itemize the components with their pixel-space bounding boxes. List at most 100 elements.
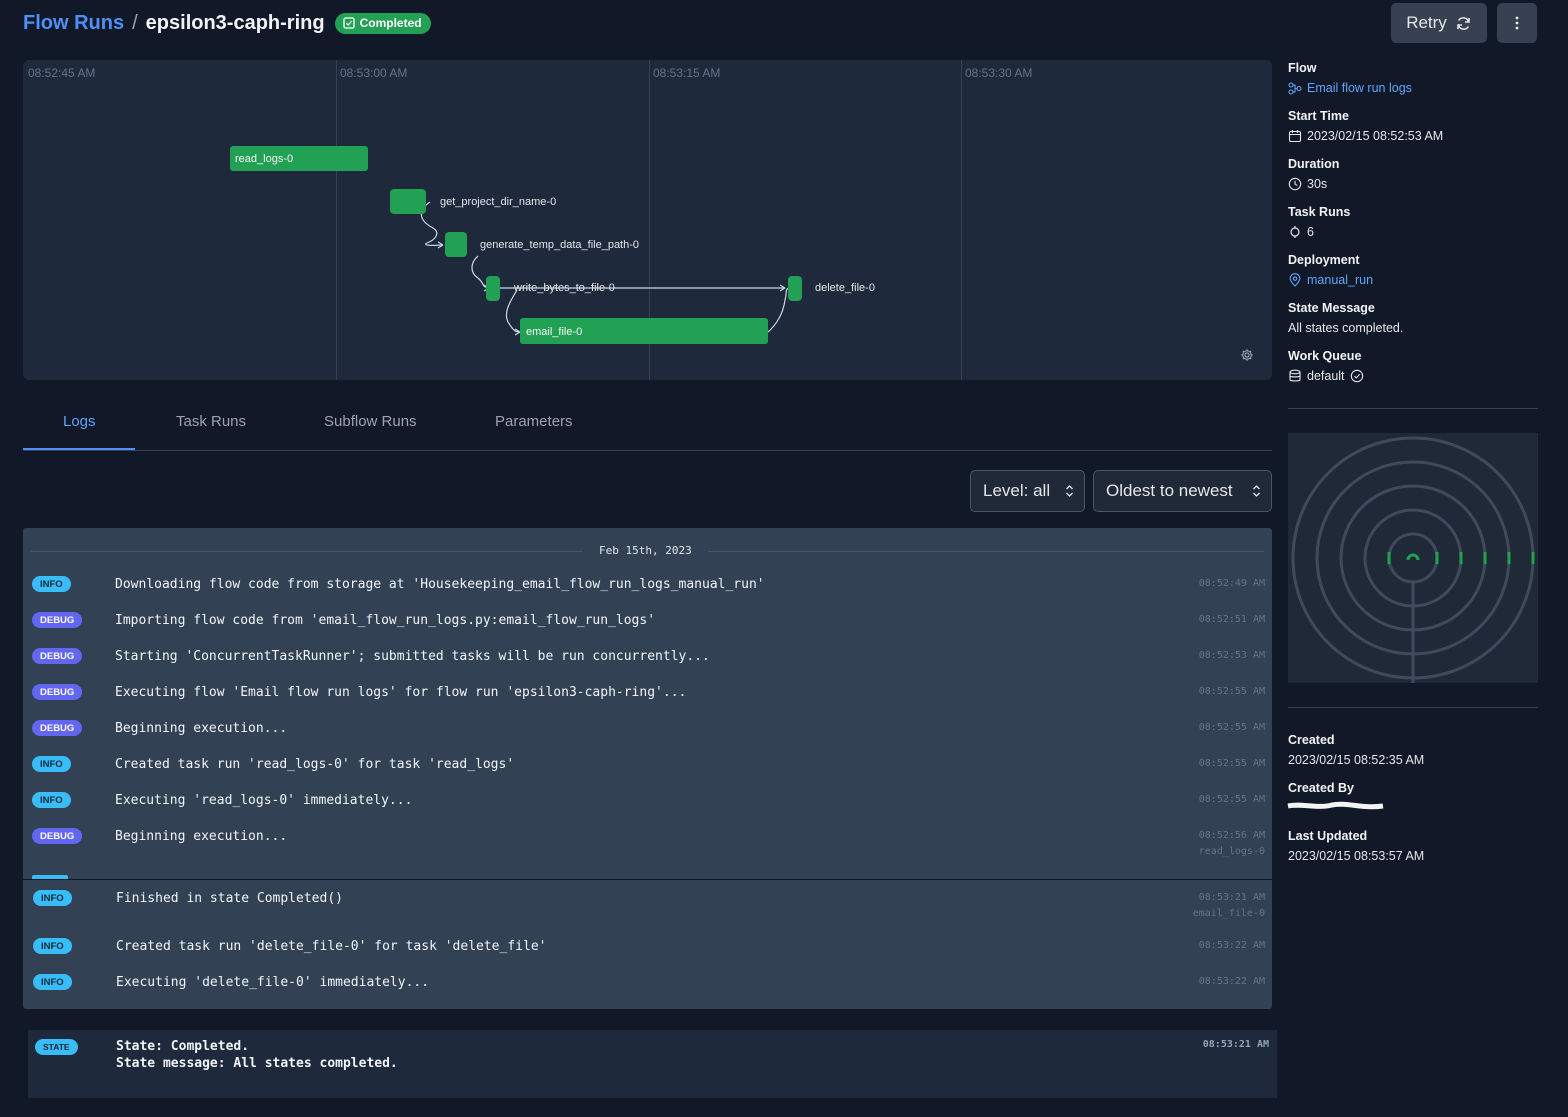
- breadcrumb: Flow Runs / epsilon3-caph-ring Completed: [23, 10, 431, 36]
- start-time-label: Start Time: [1288, 109, 1349, 123]
- log-order-select-value: Oldest to newest: [1106, 481, 1233, 500]
- log-level-badge: DEBUG: [32, 720, 83, 736]
- task-node-label: get_project_dir_name-0: [440, 196, 557, 208]
- tab-subflow-runs[interactable]: Subflow Runs: [324, 413, 417, 430]
- log-level-badge: DEBUG: [32, 648, 83, 664]
- log-message: Executing 'delete_file-0' immediately...: [116, 975, 430, 990]
- last-updated-label: Last Updated: [1288, 829, 1368, 843]
- status-badge-label: Completed: [359, 16, 422, 30]
- log-message: Beginning execution...: [115, 721, 288, 736]
- check-circle-icon: [1350, 369, 1363, 383]
- clock-icon: [1288, 177, 1302, 191]
- log-level-select[interactable]: Level: all: [970, 470, 1085, 512]
- state-log-panel: STATE State: Completed. State message: A…: [28, 1030, 1277, 1098]
- log-task-name[interactable]: read_logs-0: [1199, 844, 1265, 860]
- log-timestamp: 08:53:22 AM: [1198, 976, 1265, 987]
- task-runs-count: 6: [1307, 225, 1314, 239]
- tab-task-runs[interactable]: Task Runs: [176, 413, 246, 430]
- map-pin-icon: [1289, 273, 1301, 287]
- sidebar-divider: [1288, 408, 1538, 409]
- tab-parameters[interactable]: Parameters: [495, 413, 573, 430]
- sidebar-divider: [1288, 707, 1538, 708]
- log-timestamp: 08:53:21 AM: [1198, 892, 1265, 903]
- log-level-badge: INFO: [32, 576, 71, 592]
- refresh-icon: [1457, 16, 1470, 30]
- deployment-link-label: manual_run: [1307, 273, 1374, 287]
- chevron-updown-icon: [1253, 485, 1260, 497]
- log-message: Starting 'ConcurrentTaskRunner'; submitt…: [115, 649, 710, 664]
- log-level-badge: INFO: [33, 890, 72, 906]
- radar-view[interactable]: [1288, 433, 1538, 683]
- more-options-button[interactable]: [1497, 3, 1537, 43]
- duration-label: Duration: [1288, 157, 1340, 171]
- created-by-label: Created By: [1288, 781, 1354, 795]
- task-node-label: write_bytes_to_file-0: [514, 282, 615, 294]
- log-task-name[interactable]: email_file-0: [1193, 906, 1265, 922]
- deployment-link[interactable]: manual_run: [1288, 273, 1373, 287]
- log-timestamp: 08:53:22 AM: [1198, 940, 1265, 951]
- flow-link[interactable]: Email flow run logs: [1288, 81, 1412, 95]
- log-timestamp: 08:52:55 AM: [1198, 722, 1265, 733]
- log-timestamp: 08:52:53 AM: [1198, 650, 1265, 661]
- task-node-delete-file[interactable]: [788, 276, 802, 301]
- log-message: Downloading flow code from storage at 'H…: [115, 577, 765, 592]
- work-queue-name: default: [1307, 369, 1345, 383]
- check-square-icon: [342, 17, 355, 29]
- active-tab-indicator: [23, 448, 135, 450]
- log-message: Finished in state Completed(): [116, 891, 343, 906]
- task-run-icon: [1290, 226, 1300, 238]
- logs-panel[interactable]: Feb 15th, 2023 INFO Downloading flow cod…: [23, 528, 1272, 1009]
- created-value: 2023/02/15 08:52:35 AM: [1288, 753, 1425, 767]
- start-time-value: 2023/02/15 08:52:53 AM: [1288, 129, 1443, 143]
- task-node-label: delete_file-0: [815, 282, 875, 294]
- flow-label: Flow: [1288, 61, 1317, 75]
- breadcrumb-separator: /: [132, 11, 138, 34]
- state-badge: STATE: [35, 1039, 78, 1055]
- log-level-badge: INFO: [33, 938, 72, 954]
- tab-logs[interactable]: Logs: [63, 413, 96, 430]
- log-timestamp: 08:52:49 AM: [1198, 578, 1265, 589]
- log-timestamp: 08:52:55 AM: [1198, 686, 1265, 697]
- state-message-value: All states completed.: [1288, 321, 1404, 335]
- retry-button[interactable]: Retry: [1391, 3, 1487, 43]
- gear-icon[interactable]: [1240, 348, 1254, 362]
- duration-value: 30s: [1288, 177, 1327, 191]
- flow-link-label: Email flow run logs: [1307, 81, 1412, 95]
- created-label: Created: [1288, 733, 1335, 747]
- log-order-select[interactable]: Oldest to newest: [1093, 470, 1272, 512]
- task-node-get-project-dir-name[interactable]: [390, 189, 426, 214]
- status-badge: Completed: [334, 12, 431, 34]
- state-log-line: State: Completed.: [116, 1039, 250, 1054]
- radar-graph: [1291, 436, 1535, 683]
- log-message: Executing 'read_logs-0' immediately...: [115, 793, 413, 808]
- retry-button-label: Retry: [1406, 13, 1447, 32]
- chevron-updown-icon: [1066, 485, 1073, 497]
- task-node-generate-temp-data-file-path[interactable]: [445, 232, 467, 257]
- state-message-label: State Message: [1288, 301, 1375, 315]
- state-log-timestamp: 08:53:21 AM: [1202, 1039, 1269, 1050]
- task-runs-label: Task Runs: [1288, 205, 1351, 219]
- duration-text: 30s: [1307, 177, 1328, 191]
- log-level-select-value: Level: all: [983, 481, 1051, 500]
- logs-scroll-divider: [23, 879, 1272, 880]
- task-node-label: generate_temp_data_file_path-0: [480, 239, 640, 251]
- log-message: Created task run 'read_logs-0' for task …: [115, 757, 515, 772]
- redacted-creator: [1287, 801, 1384, 810]
- task-node-write-bytes-to-file[interactable]: [486, 276, 500, 301]
- task-node-label: email_file-0: [526, 326, 583, 338]
- log-timestamp: 08:52:55 AM: [1198, 758, 1265, 769]
- work-queue-value[interactable]: default: [1288, 369, 1364, 383]
- log-timestamp: 08:52:51 AM: [1198, 614, 1265, 625]
- breadcrumb-flow-runs-link[interactable]: Flow Runs: [23, 12, 124, 35]
- log-level-badge: INFO: [32, 792, 71, 808]
- page-title: epsilon3-caph-ring: [145, 11, 325, 34]
- log-level-badge: DEBUG: [32, 684, 83, 700]
- start-time-text: 2023/02/15 08:52:53 AM: [1307, 129, 1444, 143]
- log-level-badge: DEBUG: [32, 828, 83, 844]
- log-message: Beginning execution...: [115, 829, 288, 844]
- flow-run-timeline-graph[interactable]: 08:52:45 AM 08:53:00 AM 08:53:15 AM 08:5…: [23, 60, 1272, 380]
- date-label: Feb 15th, 2023: [583, 544, 708, 557]
- database-icon: [1289, 369, 1301, 382]
- flow-icon: [1288, 81, 1302, 95]
- work-queue-label: Work Queue: [1288, 349, 1362, 363]
